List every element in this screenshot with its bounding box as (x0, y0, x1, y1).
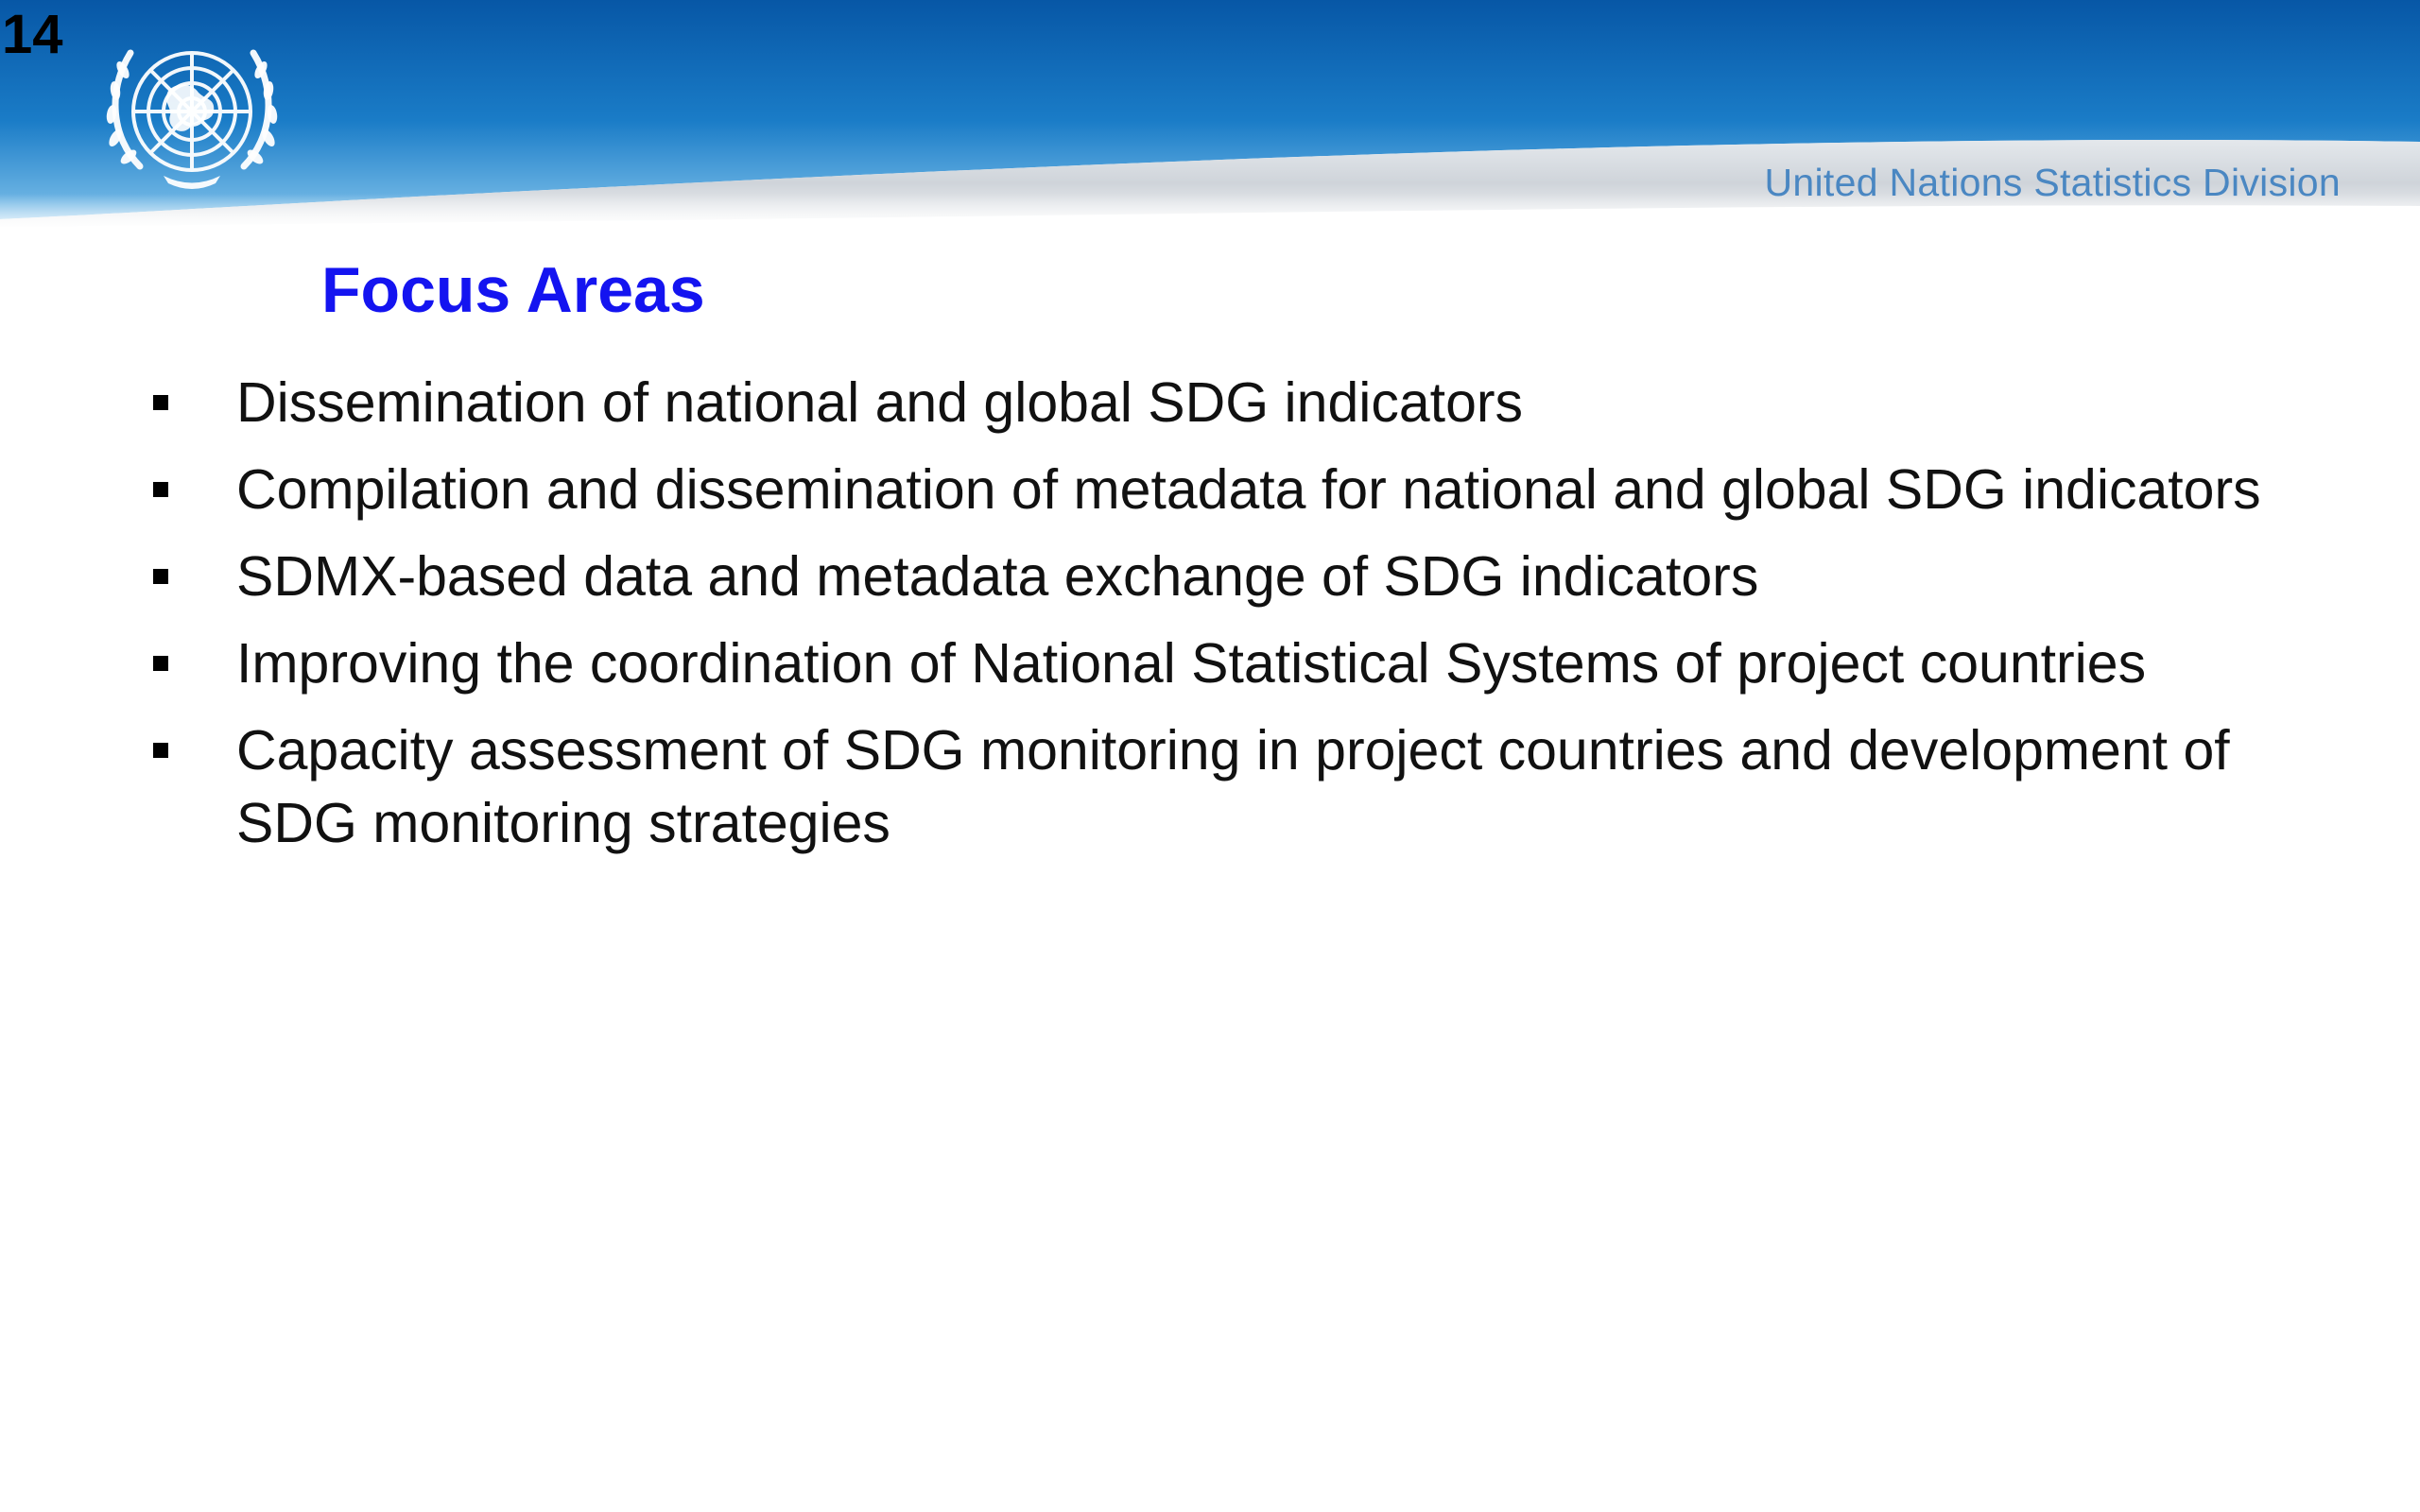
bullet-text: Improving the coordination of National S… (236, 632, 2147, 695)
organization-name: United Nations Statistics Division (1764, 161, 2341, 204)
square-bullet-icon (153, 482, 168, 497)
list-item: SDMX-based data and metadata exchange of… (142, 541, 2269, 613)
square-bullet-icon (153, 743, 168, 758)
square-bullet-icon (153, 569, 168, 584)
bullet-text: Capacity assessment of SDG monitoring in… (236, 719, 2230, 854)
header-banner: 14 United Nations Statistics Division (0, 0, 2420, 232)
square-bullet-icon (153, 395, 168, 410)
list-item: Compilation and dissemination of metadat… (142, 454, 2269, 526)
bullet-text: Compilation and dissemination of metadat… (236, 458, 2261, 521)
list-item: Dissemination of national and global SDG… (142, 367, 2269, 439)
bullet-list: Dissemination of national and global SDG… (142, 367, 2269, 874)
square-bullet-icon (153, 656, 168, 671)
slide-number: 14 (2, 4, 63, 65)
list-item: Capacity assessment of SDG monitoring in… (142, 714, 2269, 860)
list-item: Improving the coordination of National S… (142, 627, 2269, 700)
slide: 14 United Nations Statistics Division Fo… (0, 0, 2420, 1512)
bullet-text: SDMX-based data and metadata exchange of… (236, 545, 1759, 608)
un-emblem-icon (74, 25, 310, 204)
slide-title: Focus Areas (321, 254, 705, 326)
bullet-text: Dissemination of national and global SDG… (236, 371, 1524, 434)
